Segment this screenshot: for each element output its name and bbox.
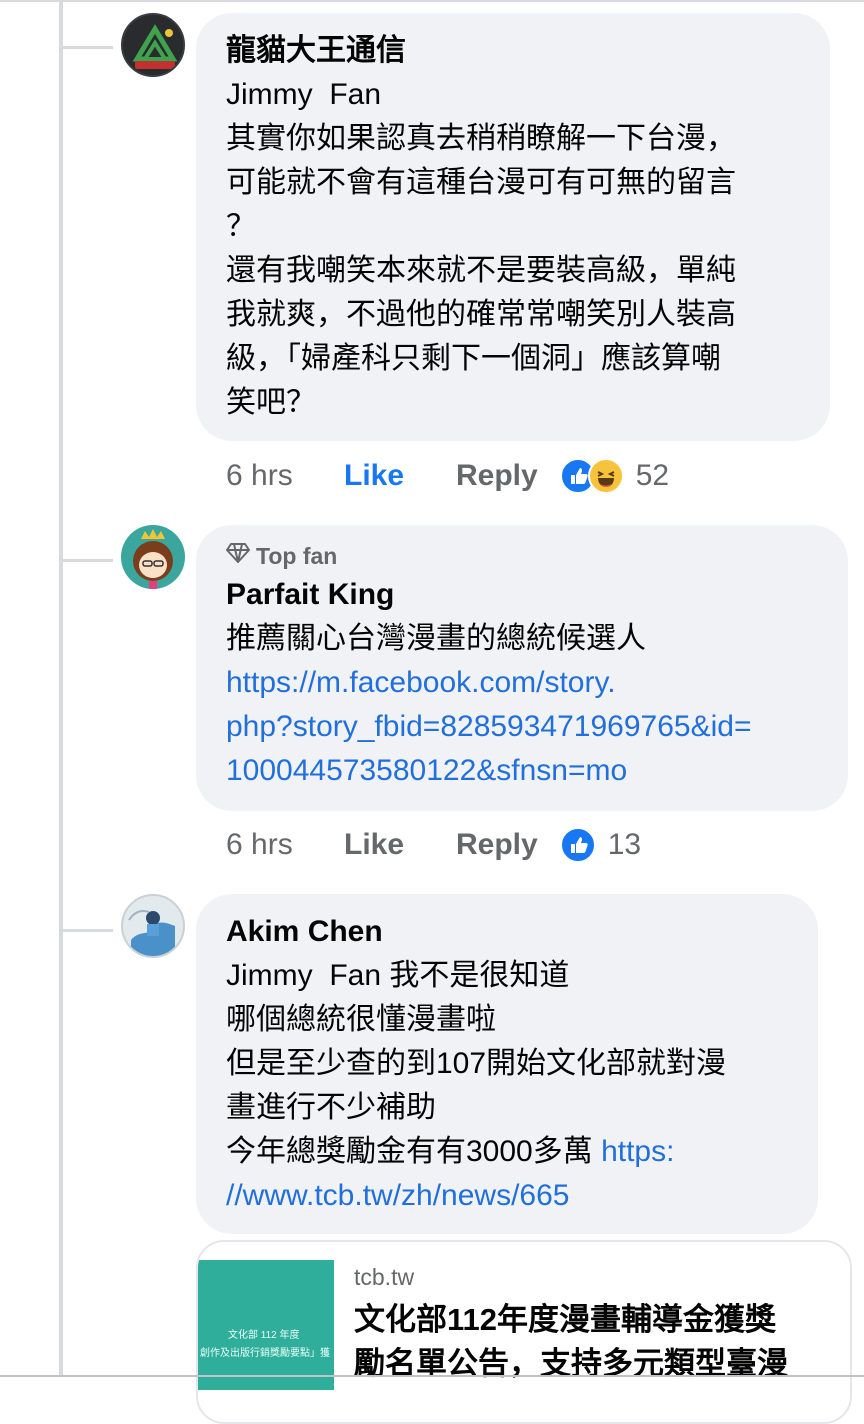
link-preview-card[interactable]: 文化部 112 年度 創作及出版行銷獎勵要點」獲 tcb.tw 文化部112年度…	[196, 1240, 852, 1424]
comment-author[interactable]: Parfait King	[226, 573, 818, 617]
comment-line: 畫進行不少補助	[226, 1091, 436, 1124]
comment-line: 可能就不會有這種台漫可有可無的留言	[226, 166, 736, 199]
reply-button[interactable]: Reply	[456, 828, 538, 862]
top-divider	[0, 0, 864, 2]
comment-actions: 6 hrs Like Reply 52	[226, 454, 669, 498]
comment-line: 其實你如果認真去稍稍瞭解一下台漫，	[226, 122, 736, 155]
comment-line: ？	[226, 210, 256, 243]
comment-time[interactable]: 6 hrs	[226, 459, 344, 493]
like-icon	[559, 827, 596, 863]
haha-icon	[587, 458, 624, 494]
thread-branch	[63, 46, 113, 49]
comment-link[interactable]: //www.tcb.tw/zh/news/665	[226, 1174, 788, 1218]
comment-link[interactable]: https://m.facebook.com/story.	[226, 661, 818, 705]
comment-line: Jimmy Fan	[226, 78, 382, 111]
comment-author[interactable]: Akim Chen	[226, 910, 788, 954]
link-title-line: 勵名單公告，支持多元類型臺漫	[354, 1346, 788, 1381]
comment-line: Jimmy Fan 我不是很知道	[226, 959, 570, 992]
reaction-count[interactable]: 52	[636, 459, 669, 493]
comment-line: 今年總獎勵金有有3000多萬 https:	[226, 1130, 788, 1174]
comment-bubble: Top fan Parfait King 推薦關心台灣漫畫的總統候選人 http…	[196, 525, 848, 811]
comment-bubble: 龍貓大王通信 Jimmy Fan 其實你如果認真去稍稍瞭解一下台漫， 可能就不會…	[196, 13, 830, 441]
comment-time[interactable]: 6 hrs	[226, 828, 344, 862]
reaction-count[interactable]: 13	[608, 828, 641, 862]
thread-line	[59, 0, 63, 1377]
preview-image-text: 創作及出版行銷獎勵要點」獲	[200, 1348, 330, 1359]
comment-line: 還有我嘲笑本來就不是要裝高級，單純	[226, 254, 736, 287]
comment-line: 級，「婦產科只剩下一個洞」應該算嘲	[226, 342, 721, 375]
comment-text: 今年總獎勵金有有3000多萬	[226, 1135, 602, 1168]
avatar-totoro[interactable]	[121, 13, 185, 77]
comment-bubble: Akim Chen Jimmy Fan 我不是很知道 哪個總統很懂漫畫啦 但是至…	[196, 894, 818, 1234]
badge-label: Top fan	[256, 543, 338, 569]
link-title[interactable]: 文化部112年度漫畫輔導金獲獎 勵名單公告，支持多元類型臺漫	[354, 1298, 834, 1386]
diamond-icon	[226, 539, 250, 573]
comment-line: 推薦關心台灣漫畫的總統候選人	[226, 622, 646, 655]
like-button[interactable]: Like	[344, 459, 456, 493]
link-preview-image: 文化部 112 年度 創作及出版行銷獎勵要點」獲	[198, 1260, 334, 1390]
preview-image-text: 文化部 112 年度	[228, 1330, 300, 1341]
top-fan-badge: Top fan	[226, 539, 818, 573]
avatar-akim[interactable]	[121, 894, 185, 958]
comment-link[interactable]: https:	[601, 1135, 674, 1168]
avatar-parfait[interactable]	[121, 525, 185, 589]
comment-line: 笑吧？	[226, 386, 316, 419]
reply-button[interactable]: Reply	[456, 459, 538, 493]
comment-actions: 6 hrs Like Reply 13	[226, 823, 641, 867]
comment-line: 但是至少查的到107開始文化部就對漫	[226, 1047, 727, 1080]
like-button[interactable]: Like	[344, 828, 456, 862]
link-domain: tcb.tw	[354, 1264, 415, 1290]
comment-link[interactable]: 100044573580122&sfnsn=mo	[226, 749, 818, 793]
thread-branch	[63, 559, 113, 562]
reactions[interactable]	[559, 458, 624, 494]
link-title-line: 文化部112年度漫畫輔導金獲獎	[354, 1302, 777, 1337]
reactions[interactable]	[559, 827, 596, 863]
thread-branch	[63, 929, 113, 932]
comment-link[interactable]: php?story_fbid=828593471969765&id=	[226, 705, 818, 749]
comment-line: 哪個總統很懂漫畫啦	[226, 1003, 496, 1036]
comment-author[interactable]: 龍貓大王通信	[226, 29, 800, 73]
comment-line: 我就爽，不過他的確常常嘲笑別人裝高	[226, 298, 736, 331]
